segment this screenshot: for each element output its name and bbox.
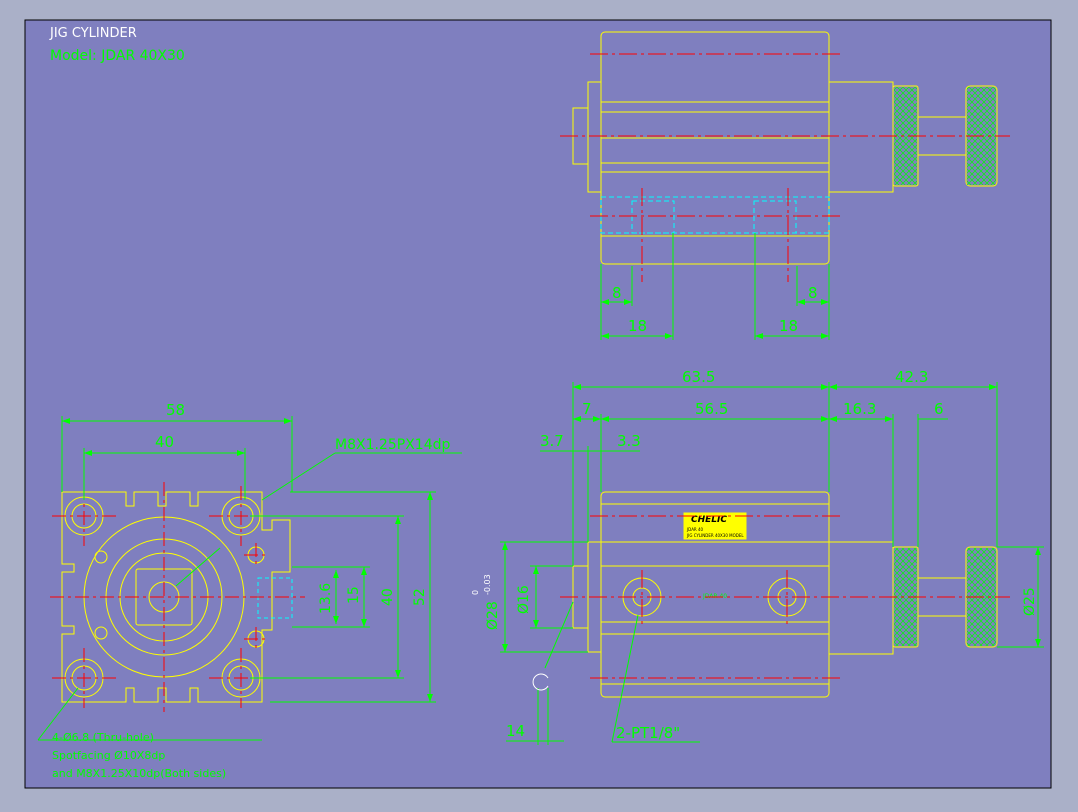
end-note-line-3: and M8X1.25X10dp(Both sides): [52, 767, 226, 780]
end-note-line-1: 4-Ø6.8 (Thru-hole): [52, 731, 154, 744]
brand-plate-line-1: JDAR 40: [686, 527, 704, 532]
front-dim-dia16: Ø16: [516, 585, 532, 614]
end-dim-40-width: 40: [155, 433, 174, 451]
end-dim-13-6: 13.6: [318, 583, 334, 614]
end-note-line-2: Spotfacing Ø10X8dp: [52, 749, 165, 762]
end-dim-52: 52: [412, 588, 428, 606]
front-port-callout: 2-PT1/8": [616, 724, 680, 742]
front-dim-3-7: 3.7: [540, 432, 564, 450]
front-dim-dia28: Ø28: [485, 601, 501, 630]
title-line-1: JIG CYLINDER: [49, 26, 137, 41]
front-dim-6: 6: [934, 400, 944, 418]
front-dim-3-3: 3.3: [617, 432, 641, 450]
end-dim-40-height: 40: [380, 588, 396, 606]
end-dim-15: 15: [346, 586, 362, 604]
front-dim-tol-up: 0: [471, 590, 480, 595]
top-dim-8-right: 8: [808, 284, 818, 302]
front-dim-63-5: 63.5: [682, 368, 715, 386]
top-dim-18-left: 18: [628, 317, 647, 335]
front-dim-16-3: 16.3: [843, 400, 876, 418]
front-dim-tol-down: -0.03: [483, 574, 492, 595]
front-dim-56-5: 56.5: [695, 400, 728, 418]
front-dim-dia25: Ø25: [1022, 587, 1038, 616]
end-thread-callout: M8X1.25PX14dp: [335, 437, 450, 453]
brand-plate-line-2: JIG CYLINDER 40X30 MODEL: [686, 533, 744, 538]
top-dim-18-right: 18: [779, 317, 798, 335]
front-dim-14: 14: [506, 722, 525, 740]
drawing-canvas: JIG CYLINDER Model: JDAR 40X30 8 18 18 8…: [24, 19, 1052, 789]
end-dim-58: 58: [166, 401, 185, 419]
front-dim-42-3: 42.3: [895, 368, 928, 386]
title-line-2: Model: JDAR 40X30: [50, 48, 185, 64]
front-dim-7: 7: [582, 400, 592, 418]
top-dim-8-left: 8: [612, 284, 622, 302]
cad-drawing-window: JIG CYLINDER Model: JDAR 40X30 8 18 18 8…: [0, 0, 1078, 808]
